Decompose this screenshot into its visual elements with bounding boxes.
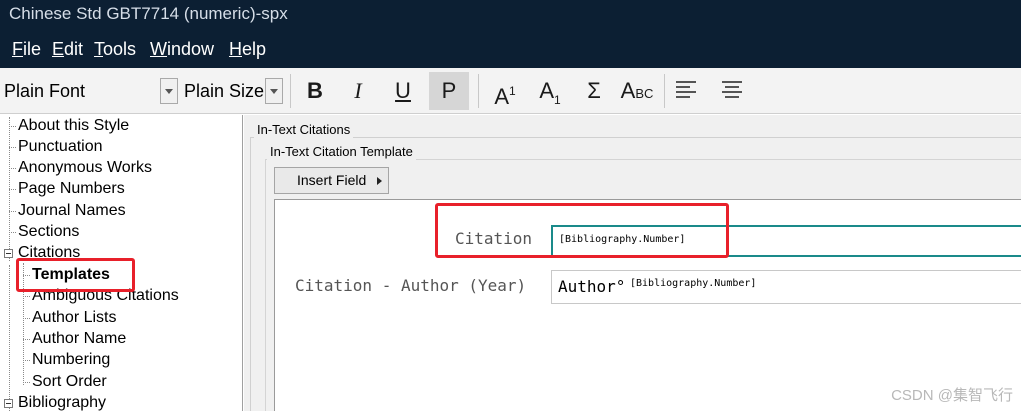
style-tree: About this Style Punctuation Anonymous W… [0, 115, 243, 411]
font-select-value[interactable]: Plain Font [4, 80, 85, 102]
bold-button[interactable]: B [298, 72, 332, 110]
align-left-icon[interactable] [676, 81, 696, 99]
watermark: CSDN @集智飞行 [891, 387, 1013, 404]
template-editor: Citation [Bibliography.Number] Citation … [274, 199, 1021, 411]
superscript-button[interactable]: A1 [488, 72, 522, 110]
collapse-citations-icon[interactable] [4, 249, 13, 258]
template-panel: In-Text Citations In-Text Citation Templ… [244, 115, 1021, 411]
tree-item-sort-order[interactable]: Sort Order [32, 372, 107, 392]
tree-item-punctuation[interactable]: Punctuation [18, 137, 103, 157]
small-caps-button[interactable]: ABC [617, 72, 657, 110]
toolbar-separator [664, 74, 665, 108]
tree-item-journal-names[interactable]: Journal Names [18, 201, 126, 221]
tree-item-anonymous-works[interactable]: Anonymous Works [18, 158, 152, 178]
symbol-button[interactable]: Σ [577, 72, 611, 110]
tree-item-sections[interactable]: Sections [18, 222, 79, 242]
subgroup-title: In-Text Citation Template [267, 144, 416, 160]
menu-edit[interactable]: Edit [52, 38, 83, 60]
tree-item-numbering[interactable]: Numbering [32, 350, 110, 370]
toolbar-separator [478, 74, 479, 108]
tree-item-about[interactable]: About this Style [18, 116, 129, 136]
plain-button[interactable]: P [429, 72, 469, 110]
subscript-button[interactable]: A1 [533, 72, 567, 110]
tree-item-author-lists[interactable]: Author Lists [32, 308, 116, 328]
group-title: In-Text Citations [254, 122, 354, 138]
author-prefix: Author° [558, 277, 626, 296]
menu-tools[interactable]: Tools [94, 38, 136, 60]
underline-button[interactable]: U [386, 72, 420, 110]
menu-window[interactable]: Window [150, 38, 214, 60]
menu-file[interactable]: File [12, 38, 41, 60]
citation-author-year-label: Citation - Author (Year) [295, 276, 527, 295]
tree-item-page-numbers[interactable]: Page Numbers [18, 179, 125, 199]
highlight-citation [435, 203, 729, 258]
italic-button[interactable]: I [341, 72, 375, 110]
align-center-icon[interactable] [722, 81, 742, 99]
size-dropdown-button[interactable] [265, 78, 283, 104]
tree-item-bibliography[interactable]: Bibliography [18, 393, 106, 411]
highlight-templates [16, 258, 135, 292]
submenu-arrow-icon [377, 177, 382, 185]
toolbar-separator [290, 74, 291, 108]
tree-item-author-name[interactable]: Author Name [32, 329, 126, 349]
menu-bar: File Edit Tools Window Help [0, 30, 1021, 68]
size-select-value[interactable]: Plain Size [184, 80, 264, 102]
format-toolbar: Plain Font Plain Size B I U P A1 A1 Σ AB… [0, 68, 1021, 114]
citation-author-year-field[interactable]: Author° [Bibliography.Number] [551, 270, 1021, 304]
window-title: Chinese Std GBT7714 (numeric)-spx [0, 0, 1021, 30]
font-dropdown-button[interactable] [160, 78, 178, 104]
insert-field-button[interactable]: Insert Field [274, 167, 389, 194]
collapse-bibliography-icon[interactable] [4, 399, 13, 408]
menu-help[interactable]: Help [229, 38, 266, 60]
